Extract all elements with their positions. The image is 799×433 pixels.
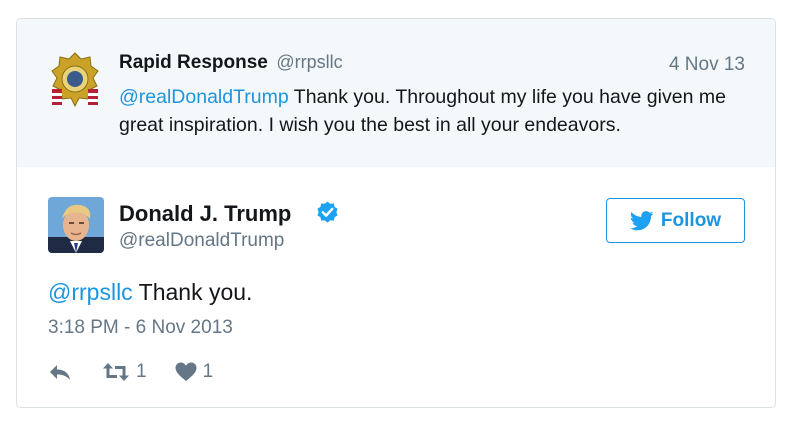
reply-icon <box>50 365 70 380</box>
quoted-header: Rapid Response @rrpsllc 4 Nov 13 <box>119 52 745 78</box>
tweet-text: @rrpsllc Thank you. <box>48 279 252 306</box>
quoted-mention-link[interactable]: @realDonaldTrump <box>119 86 289 108</box>
quoted-author-handle[interactable]: @rrpsllc <box>276 52 342 72</box>
author-handle[interactable]: @realDonaldTrump <box>119 230 284 252</box>
quoted-tweet[interactable]: Rapid Response @rrpsllc 4 Nov 13 @realDo… <box>17 19 775 167</box>
retweet-count: 1 <box>136 361 147 382</box>
twitter-bird-icon <box>629 210 654 230</box>
tweet-card: Rapid Response @rrpsllc 4 Nov 13 @realDo… <box>16 18 776 408</box>
retweet-button[interactable]: 1 <box>102 361 147 383</box>
verified-badge-icon <box>317 201 338 223</box>
quoted-date[interactable]: 4 Nov 13 <box>669 54 745 76</box>
quoted-author-name[interactable]: Rapid Response <box>119 52 268 73</box>
tweet-mention-link[interactable]: @rrpsllc <box>48 279 133 305</box>
follow-button[interactable]: Follow <box>606 198 745 243</box>
reply-button[interactable] <box>48 362 72 382</box>
like-count: 1 <box>202 361 214 382</box>
rapid-response-avatar[interactable] <box>50 51 100 109</box>
author-avatar[interactable] <box>48 197 104 253</box>
tweet-body: Thank you. <box>132 279 253 305</box>
tweet-timestamp[interactable]: 3:18 PM - 6 Nov 2013 <box>48 317 233 339</box>
heart-icon <box>175 362 197 381</box>
tweet-actions: 1 1 <box>48 359 213 385</box>
author-name[interactable]: Donald J. Trump <box>119 201 291 227</box>
like-button[interactable]: 1 <box>175 361 214 383</box>
follow-button-label: Follow <box>660 209 722 231</box>
retweet-icon <box>103 363 129 381</box>
quoted-tweet-text: @realDonaldTrump Thank you. Throughout m… <box>119 83 759 139</box>
